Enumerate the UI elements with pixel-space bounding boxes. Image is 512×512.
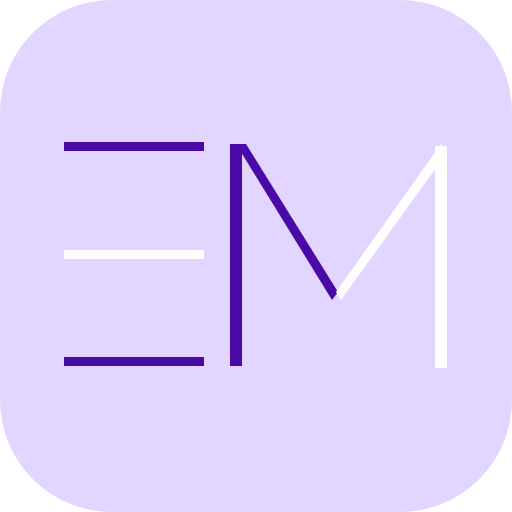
- app-icon-stage: [0, 0, 512, 512]
- e-middle-bar: [64, 250, 204, 259]
- m-left-stem: [230, 144, 242, 366]
- e-top-bar: [64, 142, 204, 151]
- m-right-stem: [435, 146, 447, 368]
- em-logo-svg: [0, 0, 512, 512]
- em-logo-icon: [0, 0, 512, 512]
- e-bottom-bar: [64, 357, 204, 366]
